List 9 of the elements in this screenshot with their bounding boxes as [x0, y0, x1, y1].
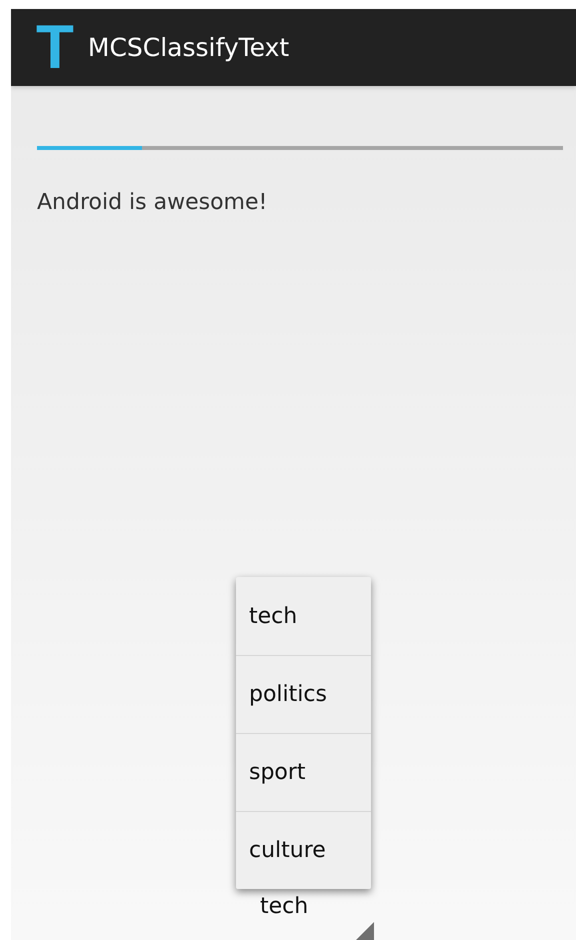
app-logo: T: [36, 16, 74, 78]
dropdown-option[interactable]: sport: [236, 733, 371, 811]
category-spinner[interactable]: tech: [247, 894, 382, 940]
dropdown-option[interactable]: culture: [236, 811, 371, 889]
message-text: Android is awesome!: [37, 190, 268, 215]
dropdown-triangle-icon: [356, 922, 374, 940]
app-title: MCSClassifyText: [88, 33, 290, 62]
dropdown-option[interactable]: tech: [236, 577, 371, 655]
dropdown-option[interactable]: politics: [236, 655, 371, 733]
